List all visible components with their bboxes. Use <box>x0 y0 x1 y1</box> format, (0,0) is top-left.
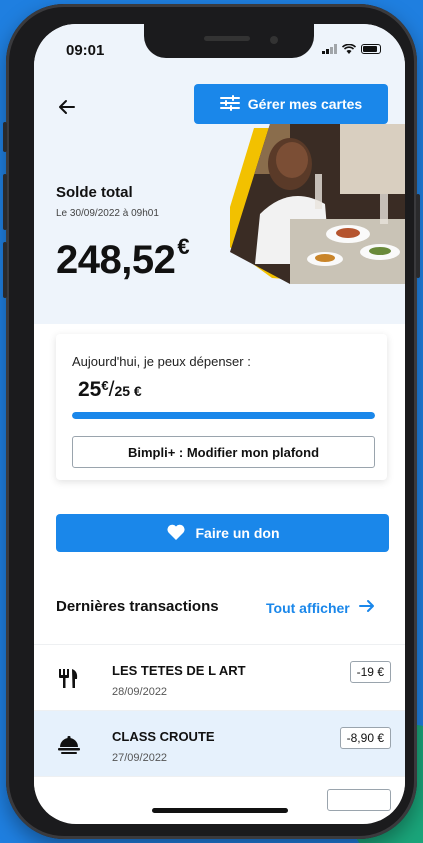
show-all-link[interactable]: Tout afficher <box>266 598 376 617</box>
home-indicator[interactable] <box>152 808 288 813</box>
show-all-label: Tout afficher <box>266 599 350 616</box>
daily-limit-value: 25 € <box>114 383 142 399</box>
daily-limit-progress-fill <box>72 412 375 419</box>
volume-down-button <box>3 242 7 298</box>
battery-icon <box>361 44 381 54</box>
balance-amount: 248,52€ <box>56 234 190 283</box>
restaurant-icon <box>56 665 82 691</box>
balance-currency: € <box>177 234 190 259</box>
daily-limit-progress-bar <box>72 412 375 419</box>
wifi-icon <box>342 44 356 54</box>
volume-up-button <box>3 174 7 230</box>
balance-amount-value: 248,52 <box>56 238 176 282</box>
transaction-name: LES TETES DE L ART <box>112 663 246 678</box>
restaurant-photo <box>220 124 405 288</box>
power-button <box>416 194 420 278</box>
transaction-amount: -19 € <box>349 661 391 683</box>
transaction-date: 28/09/2022 <box>112 686 168 698</box>
modify-limit-button[interactable]: Bimpli+ : Modifier mon plafond <box>72 436 375 468</box>
signal-icon <box>322 44 337 54</box>
balance-title: Solde total <box>56 184 133 201</box>
heart-icon <box>166 523 186 544</box>
status-time: 09:01 <box>66 42 105 59</box>
transactions-list: LES TETES DE L ART 28/09/2022 -19 € CLAS… <box>34 644 405 816</box>
daily-limit-amount: 25€/25 € <box>78 378 142 402</box>
transaction-amount-partial <box>327 789 391 811</box>
transaction-row[interactable]: CLASS CROUTE 27/09/2022 -8,90 € <box>34 710 405 776</box>
daily-available-value: 25 <box>78 378 102 401</box>
donate-label: Faire un don <box>195 525 280 541</box>
transaction-name: CLASS CROUTE <box>112 729 215 744</box>
transaction-amount: -8,90 € <box>339 727 391 749</box>
food-tray-icon <box>56 731 82 757</box>
daily-available-currency: € <box>101 378 109 393</box>
app-screen: 09:01 Gérer mes cartes Solde total Le 30… <box>34 24 405 824</box>
transaction-row[interactable]: LES TETES DE L ART 28/09/2022 -19 € <box>34 644 405 710</box>
mute-switch <box>3 122 7 152</box>
sliders-icon <box>219 94 240 114</box>
balance-date: Le 30/09/2022 à 09h01 <box>56 208 159 219</box>
daily-limit-card: Aujourd'hui, je peux dépenser : 25€/25 €… <box>56 334 387 480</box>
status-bar: 09:01 <box>64 34 385 59</box>
arrow-right-icon <box>358 598 376 617</box>
status-icons <box>322 44 381 54</box>
phone-frame: 09:01 Gérer mes cartes Solde total Le 30… <box>3 4 420 839</box>
manage-cards-label: Gérer mes cartes <box>247 96 363 112</box>
manage-cards-button[interactable]: Gérer mes cartes <box>194 84 388 124</box>
donate-button[interactable]: Faire un don <box>56 514 389 552</box>
daily-limit-label: Aujourd'hui, je peux dépenser : <box>72 354 251 369</box>
transaction-date: 27/09/2022 <box>112 752 168 764</box>
back-arrow-icon[interactable] <box>54 94 80 120</box>
transactions-title: Dernières transactions <box>56 598 219 615</box>
